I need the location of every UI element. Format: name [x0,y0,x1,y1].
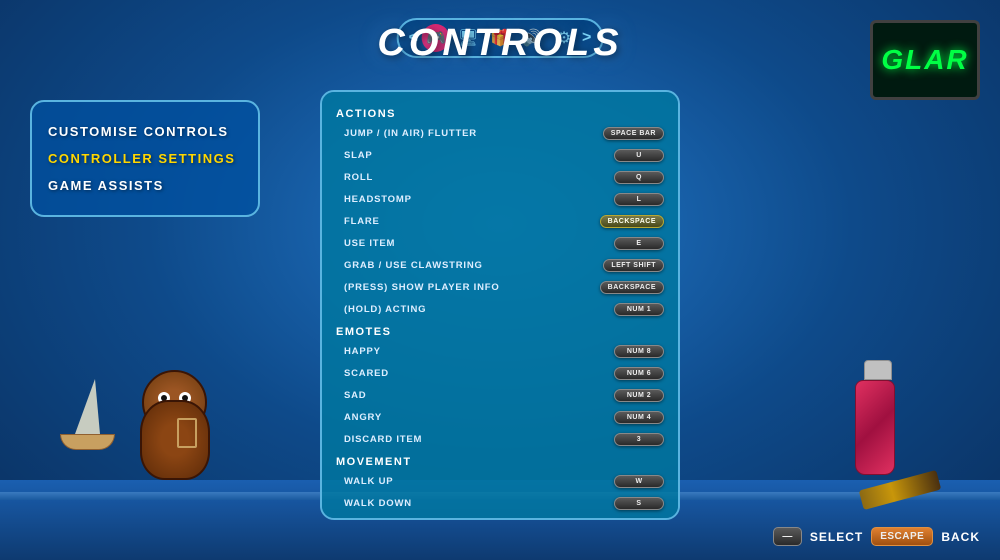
action-flare: FLARE [344,216,600,227]
control-row-walkdown[interactable]: WALK DOWN S [322,492,678,514]
back-key: ESCAPE [871,527,933,546]
sidebar-menu: CUSTOMISE CONTROLS CONTROLLER SETTINGS G… [30,100,260,217]
glar-monitor: GLAR [870,20,980,100]
control-row-sad[interactable]: SAD NUM 2 [322,384,678,406]
action-angry: ANGRY [344,412,614,423]
spray-can [855,360,900,480]
control-row-angry[interactable]: ANGRY NUM 4 [322,406,678,428]
action-jump: JUMP / (IN AIR) FLUTTER [344,128,603,139]
select-label: SELECT [810,530,863,544]
key-happy: NUM 8 [614,345,664,358]
action-slap: SLAP [344,150,614,161]
boat-hull [60,434,115,450]
spray-cap [864,360,892,380]
control-row-useitem[interactable]: USE ITEM E [322,232,678,254]
key-scared: NUM 6 [614,367,664,380]
key-flare: BACKSPACE [600,215,664,228]
action-happy: HAPPY [344,346,614,357]
action-sad: SAD [344,390,614,401]
action-useitem: USE ITEM [344,238,614,249]
key-jump: SPACE BAR [603,127,664,140]
action-discard: DISCARD ITEM [344,434,614,445]
control-row-grab[interactable]: GRAB / USE CLAWSTRING LEFT SHIFT [322,254,678,276]
page-title: CONTROLS [377,22,622,65]
key-grab: LEFT SHIFT [603,259,664,272]
control-row-scared[interactable]: SCARED NUM 6 [322,362,678,384]
action-walkdown: WALK DOWN [344,498,614,509]
back-label: BACK [941,530,980,544]
sackboy-body [140,400,210,480]
decorative-boat [60,379,115,450]
sidebar-item-controller[interactable]: CONTROLLER SETTINGS [46,145,244,172]
action-scared: SCARED [344,368,614,379]
sidebar-item-assists[interactable]: GAME ASSISTS [46,172,244,199]
control-row-discard[interactable]: DISCARD ITEM 3 [322,428,678,450]
controls-panel: ACTIONS JUMP / (IN AIR) FLUTTER SPACE BA… [320,90,680,520]
control-row-slap[interactable]: SLAP U [322,144,678,166]
control-row-walkleft[interactable]: WALK LEFT A [322,514,678,520]
action-walkleft: WALK LEFT [344,520,614,521]
action-grab: GRAB / USE CLAWSTRING [344,260,603,271]
key-discard: 3 [614,433,664,446]
section-header-movement: MOVEMENT [322,450,678,470]
control-row-walkup[interactable]: WALK UP W [322,470,678,492]
control-row-happy[interactable]: HAPPY NUM 8 [322,340,678,362]
control-row-headstomp[interactable]: HEADSTOMP L [322,188,678,210]
key-sad: NUM 2 [614,389,664,402]
key-walkdown: S [614,497,664,510]
key-walkleft: A [614,519,664,521]
bottom-bar: — SELECT ESCAPE BACK [773,527,980,546]
key-acting: NUM 1 [614,303,664,316]
key-useitem: E [614,237,664,250]
key-angry: NUM 4 [614,411,664,424]
section-header-emotes: EMOTES [322,320,678,340]
glar-text: GLAR [881,44,968,76]
action-walkup: WALK UP [344,476,614,487]
section-header-actions: ACTIONS [322,102,678,122]
key-headstomp: L [614,193,664,206]
control-row-playerinfo[interactable]: (PRESS) SHOW PLAYER INFO BACKSPACE [322,276,678,298]
sidebar-item-customise[interactable]: CUSTOMISE CONTROLS [46,118,244,145]
key-playerinfo: BACKSPACE [600,281,664,294]
action-headstomp: HEADSTOMP [344,194,614,205]
control-row-flare[interactable]: FLARE BACKSPACE [322,210,678,232]
action-playerinfo: (PRESS) SHOW PLAYER INFO [344,282,600,293]
control-row-acting[interactable]: (HOLD) ACTING NUM 1 [322,298,678,320]
control-row-roll[interactable]: ROLL Q [322,166,678,188]
spray-body [855,380,895,475]
boat-sail [75,379,100,434]
action-acting: (HOLD) ACTING [344,304,614,315]
action-roll: ROLL [344,172,614,183]
key-roll: Q [614,171,664,184]
sackboy-zip [177,418,197,448]
sackboy-character [130,370,220,500]
select-key: — [773,527,802,546]
key-slap: U [614,149,664,162]
control-row-jump[interactable]: JUMP / (IN AIR) FLUTTER SPACE BAR [322,122,678,144]
key-walkup: W [614,475,664,488]
